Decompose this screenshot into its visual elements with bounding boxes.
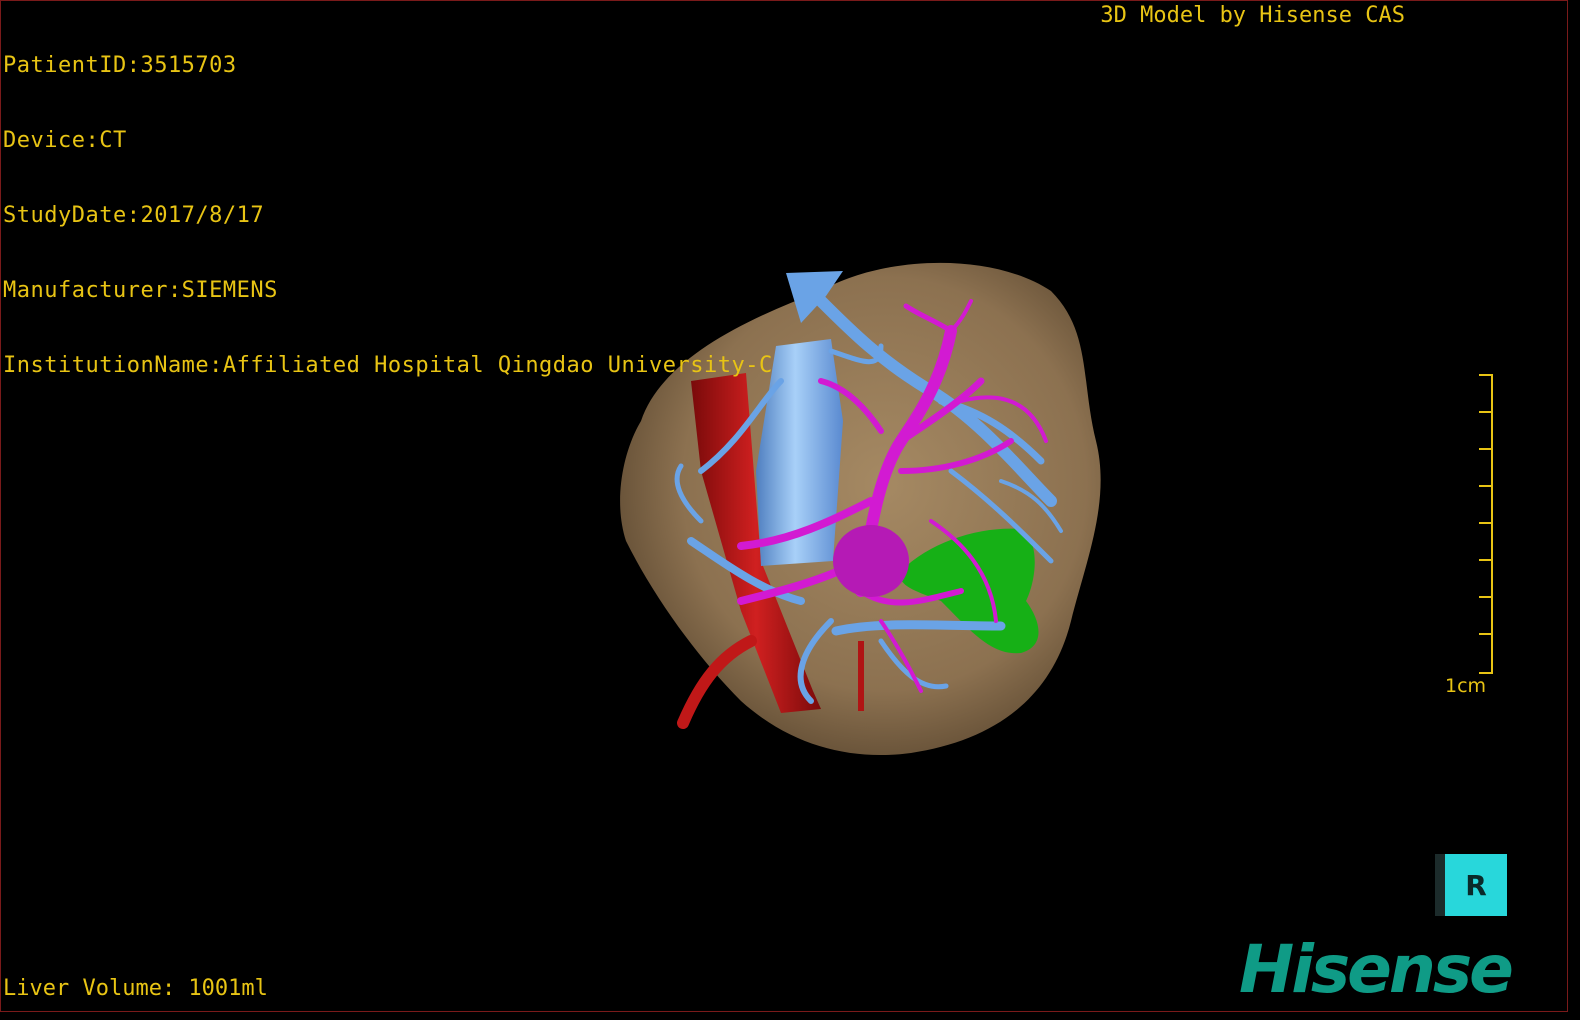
rotate-tool-icon: R <box>1465 868 1487 902</box>
dicom-info-panel: PatientID:3515703 Device:CT StudyDate:20… <box>3 3 773 428</box>
3d-viewport[interactable]: PatientID:3515703 Device:CT StudyDate:20… <box>0 0 1568 1012</box>
scale-tick <box>1479 596 1493 598</box>
tool-handle[interactable] <box>1435 854 1445 916</box>
device: Device:CT <box>3 128 127 153</box>
scale-tick <box>1479 559 1493 561</box>
institution-name: InstitutionName:Affiliated Hospital Qing… <box>3 353 773 378</box>
scale-tick <box>1479 672 1493 674</box>
scale-tick <box>1479 448 1493 450</box>
liver-volume: Liver Volume: 1001ml <box>3 976 268 1001</box>
scale-bar-line <box>1491 374 1493 674</box>
manufacturer: Manufacturer:SIEMENS <box>3 278 278 303</box>
hisense-logo: Hisense <box>1239 931 1514 1008</box>
scale-bar <box>1471 374 1501 674</box>
study-date: StudyDate:2017/8/17 <box>3 203 265 228</box>
scale-tick <box>1479 485 1493 487</box>
patient-id: PatientID:3515703 <box>3 53 237 78</box>
scale-tick <box>1479 522 1493 524</box>
scale-tick <box>1479 633 1493 635</box>
scale-label: 1cm <box>1445 675 1487 697</box>
model-credit: 3D Model by Hisense CAS <box>1100 3 1405 28</box>
scale-tick <box>1479 411 1493 413</box>
scale-tick <box>1479 374 1493 376</box>
rotate-tool-button[interactable]: R <box>1435 854 1507 916</box>
hepatic-vein-confluence <box>833 525 909 597</box>
